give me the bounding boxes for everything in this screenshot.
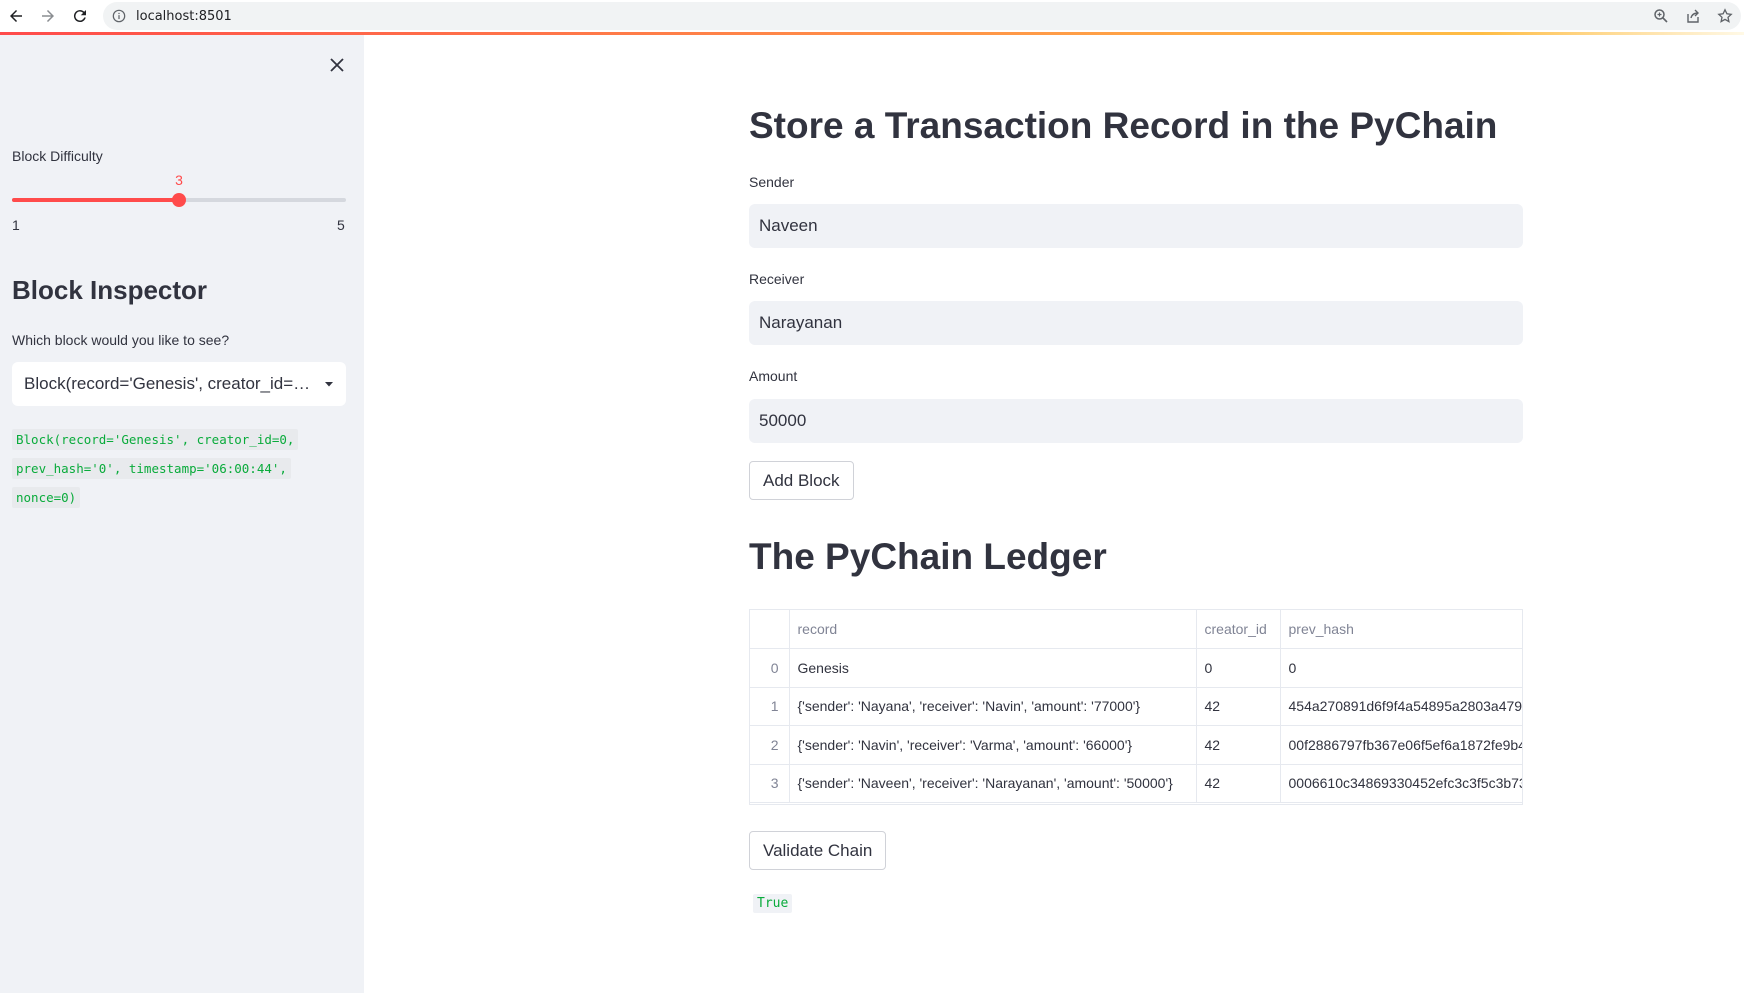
slider-value: 3 [175,172,183,188]
table-header-row: record creator_id prev_hash [750,610,1522,649]
ledger-title: The PyChain Ledger [749,536,1107,577]
index-header [750,610,790,649]
row-index: 0 [750,648,790,688]
difficulty-label: Block Difficulty [12,148,103,164]
amount-input[interactable] [749,399,1523,443]
code-line: prev_hash='0', timestamp='06:00:44', [12,458,291,479]
table-row: 1 {'sender': 'Nayana', 'receiver': 'Navi… [750,687,1522,726]
receiver-label: Receiver [749,271,805,287]
validate-chain-button[interactable]: Validate Chain [749,831,887,870]
back-icon[interactable] [4,4,28,28]
slider-thumb[interactable] [172,193,186,207]
receiver-input[interactable] [749,301,1523,345]
row-index: 3 [750,764,790,803]
sender-input[interactable] [749,204,1523,248]
table-row: 0 Genesis 0 0 [750,648,1522,688]
slider-min-label: 1 [12,217,20,233]
sidebar: Block Difficulty 3 1 5 Block Inspector W… [0,35,364,993]
amount-label: Amount [749,368,798,384]
validation-result: True [753,894,793,913]
prev-hash-cell[interactable]: 454a270891d6f9f4a54895a2803a479 [1280,687,1522,726]
site-info-icon[interactable] [112,9,126,23]
prev-hash-header[interactable]: prev_hash [1280,610,1522,649]
record-cell[interactable]: Genesis [789,648,1197,688]
creator-id-cell[interactable]: 42 [1196,764,1281,803]
block-code-output: Block(record='Genesis', creator_id=0, pr… [12,425,322,512]
block-select-value: Block(record='Genesis', creator_id=0, pr… [24,374,314,393]
row-index: 2 [750,725,790,765]
slider-max-label: 5 [337,217,345,233]
creator-id-cell[interactable]: 0 [1196,648,1281,688]
code-line: Block(record='Genesis', creator_id=0, [12,429,299,450]
table-row: 3 {'sender': 'Naveen', 'receiver': 'Nara… [750,764,1522,803]
block-select-label: Which block would you like to see? [12,332,230,348]
creator-id-cell[interactable]: 42 [1196,725,1281,765]
record-cell[interactable]: {'sender': 'Naveen', 'receiver': 'Naraya… [789,764,1197,803]
record-cell[interactable]: {'sender': 'Navin', 'receiver': 'Varma',… [789,725,1197,765]
code-line: nonce=0) [12,487,81,508]
sender-label: Sender [749,174,795,190]
page-title: Store a Transaction Record in the PyChai… [749,105,1498,146]
browser-toolbar: localhost:8501 [0,0,1744,32]
share-icon[interactable] [1677,2,1709,30]
table-row: 2 {'sender': 'Navin', 'receiver': 'Varma… [750,725,1522,765]
ledger-table[interactable]: record creator_id prev_hash 0 Genesis 0 … [749,609,1523,805]
bookmark-star-icon[interactable] [1709,2,1741,30]
slider-fill [12,198,179,202]
add-block-button[interactable]: Add Block [749,461,854,500]
row-index: 1 [750,687,790,726]
prev-hash-cell[interactable]: 0006610c34869330452efc3c3f5c3b73 [1280,764,1522,803]
chevron-down-icon [325,382,333,387]
creator-id-cell[interactable]: 42 [1196,687,1281,726]
zoom-icon[interactable] [1645,2,1677,30]
prev-hash-cell[interactable]: 0 [1280,648,1522,688]
url-text: localhost:8501 [136,9,232,24]
record-header[interactable]: record [789,610,1197,649]
forward-icon[interactable] [36,4,60,28]
record-cell[interactable]: {'sender': 'Nayana', 'receiver': 'Navin'… [789,687,1197,726]
prev-hash-cell[interactable]: 00f2886797fb367e06f5ef6a1872fe9b4 [1280,725,1522,765]
creator-id-header[interactable]: creator_id [1196,610,1281,649]
reload-icon[interactable] [68,4,92,28]
difficulty-slider[interactable] [12,193,346,207]
block-inspector-heading: Block Inspector [12,275,208,305]
close-sidebar-icon[interactable] [325,53,349,77]
address-bar[interactable]: localhost:8501 [103,2,1741,30]
block-select[interactable]: Block(record='Genesis', creator_id=0, pr… [12,362,346,406]
